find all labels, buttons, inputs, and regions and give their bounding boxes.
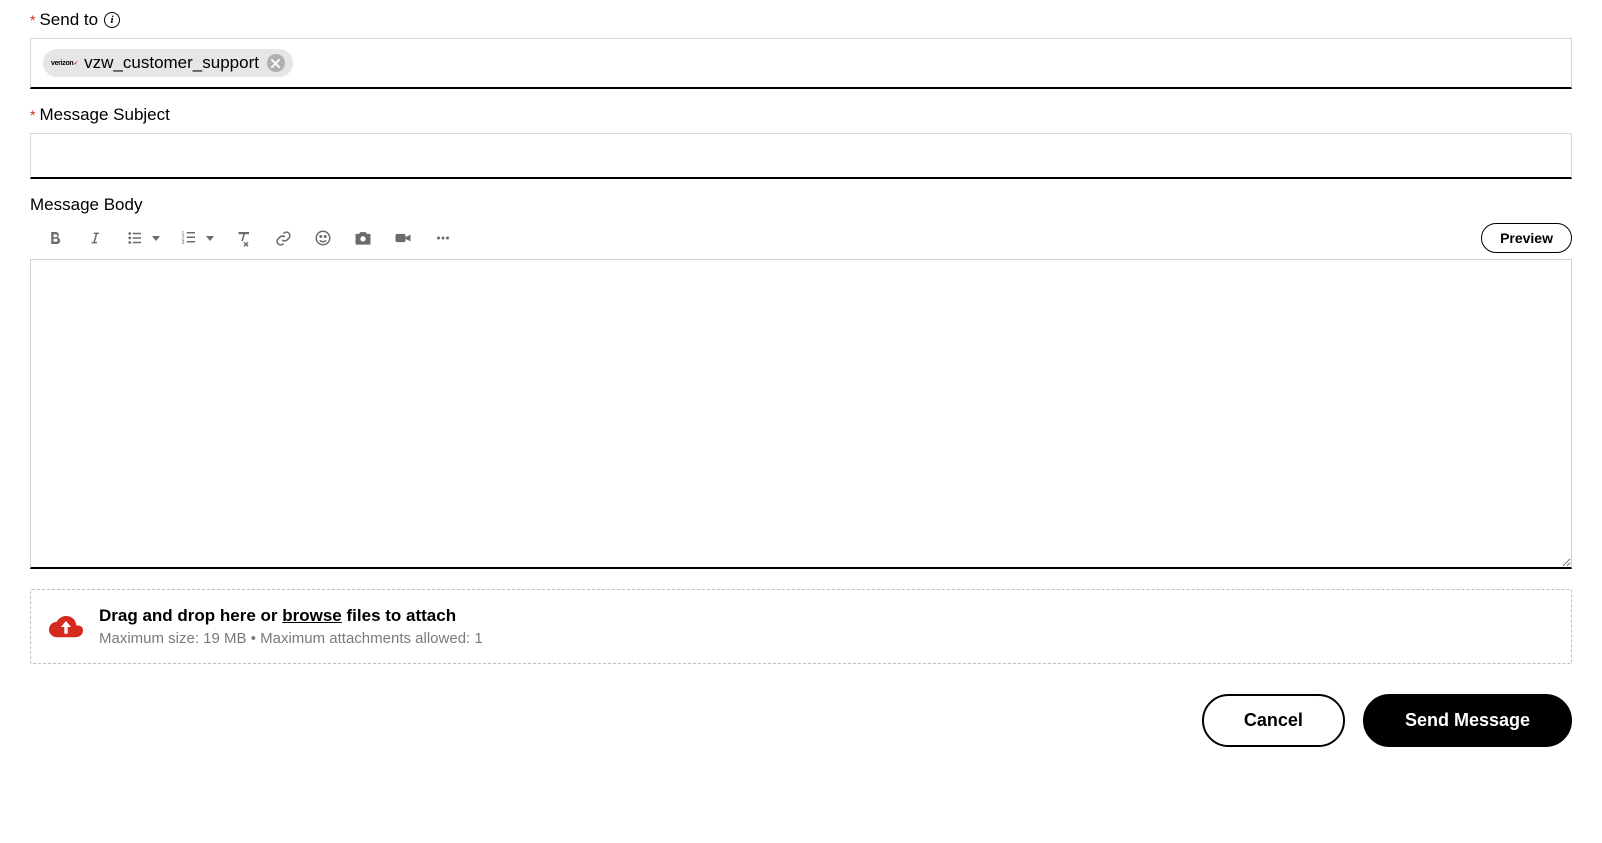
attachment-dropzone[interactable]: Drag and drop here or browse files to at… [30,589,1572,664]
subject-field: * Message Subject [30,105,1572,179]
recipient-name: vzw_customer_support [84,53,259,73]
body-field: Message Body 123 [30,195,1572,569]
editor-toolbar: 123 Preview [30,223,1572,253]
preview-button[interactable]: Preview [1481,223,1572,253]
more-icon[interactable] [432,227,454,249]
send-to-input[interactable]: verizon vzw_customer_support [30,38,1572,89]
attach-prefix: Drag and drop here or [99,606,282,625]
bullet-list-dropdown-icon[interactable] [152,236,160,241]
numbered-list-icon[interactable]: 123 [178,227,200,249]
camera-icon[interactable] [352,227,374,249]
clear-format-icon[interactable] [232,227,254,249]
video-icon[interactable] [392,227,414,249]
required-mark: * [30,107,35,123]
italic-icon[interactable] [84,227,106,249]
required-mark: * [30,12,35,28]
number-list-group: 123 [178,227,214,249]
subject-label-row: * Message Subject [30,105,1572,125]
upload-cloud-icon [49,613,83,641]
attach-suffix: files to attach [342,606,456,625]
numbered-list-dropdown-icon[interactable] [206,236,214,241]
remove-recipient-icon[interactable] [267,54,285,72]
body-label-row: Message Body [30,195,1572,215]
info-icon[interactable]: i [104,12,120,28]
bullet-list-icon[interactable] [124,227,146,249]
message-body-editor[interactable] [30,259,1572,569]
send-to-label-row: * Send to i [30,10,1572,30]
attachment-text-group: Drag and drop here or browse files to at… [99,606,483,647]
link-icon[interactable] [272,227,294,249]
send-to-field: * Send to i verizon vzw_customer_support [30,10,1572,89]
toolbar-buttons: 123 [30,227,454,249]
body-label: Message Body [30,195,142,215]
recipient-pill: verizon vzw_customer_support [43,49,293,77]
send-message-button[interactable]: Send Message [1363,694,1572,747]
cancel-button[interactable]: Cancel [1202,694,1345,747]
browse-link[interactable]: browse [282,606,342,625]
send-to-label: Send to [39,10,98,30]
recipient-avatar: verizon [51,60,78,67]
attachment-instruction: Drag and drop here or browse files to at… [99,606,483,626]
form-actions: Cancel Send Message [30,694,1572,747]
emoji-icon[interactable] [312,227,334,249]
svg-text:3: 3 [182,240,185,246]
bold-icon[interactable] [44,227,66,249]
attachment-limits: Maximum size: 19 MB • Maximum attachment… [99,630,483,647]
subject-input[interactable] [30,133,1572,179]
bullet-list-group [124,227,160,249]
subject-label: Message Subject [39,105,169,125]
